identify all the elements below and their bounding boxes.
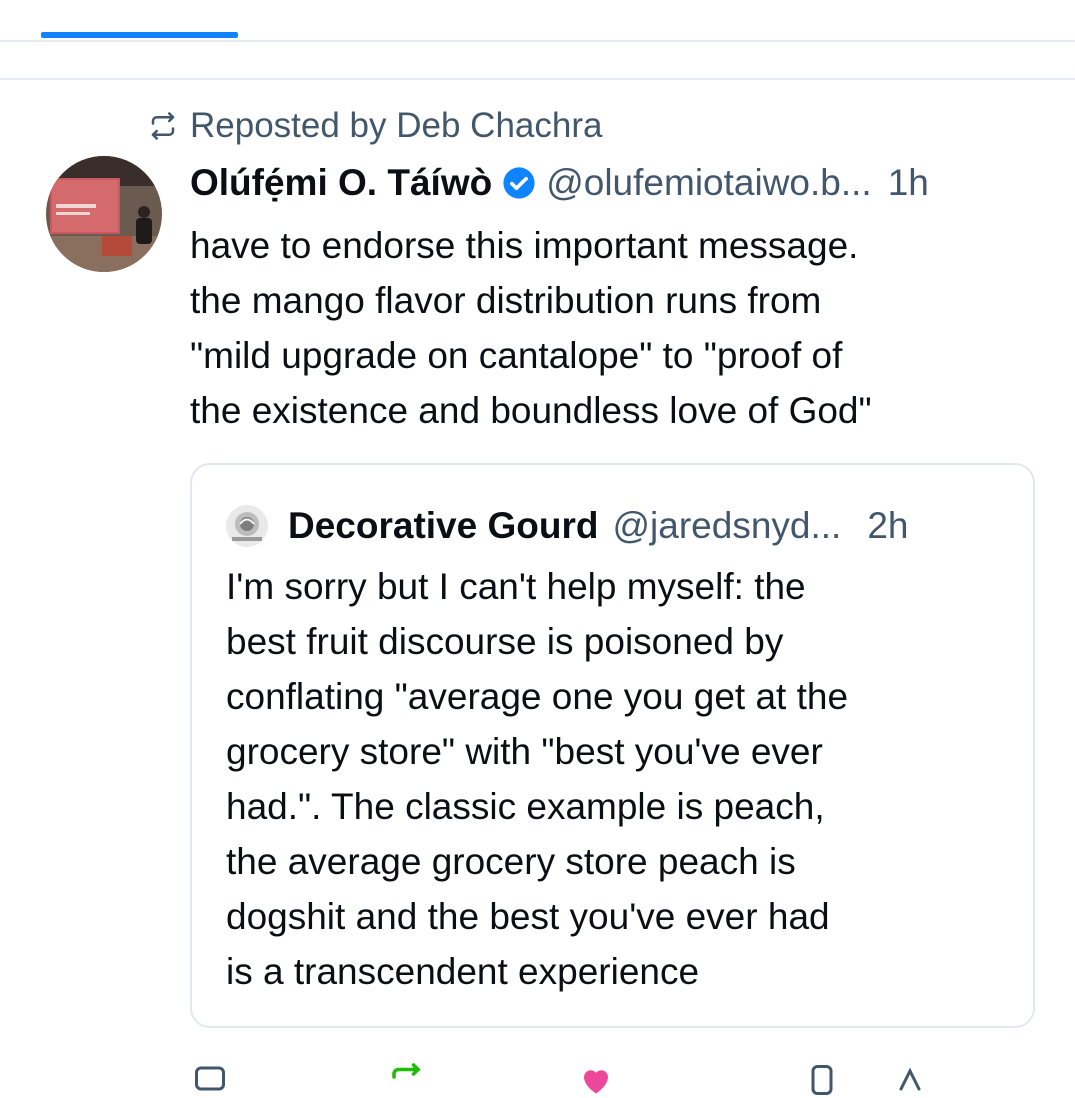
- quote-text-line: had.". The classic example is peach,: [226, 786, 825, 827]
- quote-text-line: the average grocery store peach is: [226, 841, 796, 882]
- quote-header: Decorative Gourd @jaredsnyd... 2h: [226, 501, 908, 551]
- post-header: Olúfẹ́mi O. Táíwò @olufemiotaiwo.b... 1h: [190, 158, 1050, 208]
- quoted-post-card[interactable]: Decorative Gourd @jaredsnyd... 2h I'm so…: [190, 463, 1035, 1028]
- post-text-line: the existence and boundless love of God": [190, 390, 872, 431]
- heart-icon: [584, 1070, 608, 1094]
- quote-author-handle[interactable]: @jaredsnyd...: [612, 505, 841, 547]
- repost-icon: [151, 112, 175, 140]
- header-divider: [0, 40, 1075, 80]
- reply-icon: [195, 1066, 225, 1091]
- author-avatar[interactable]: [46, 156, 162, 272]
- active-tab-indicator: [41, 32, 238, 38]
- repost-button[interactable]: [386, 1062, 426, 1092]
- quote-text-line: conflating "average one you get at the: [226, 676, 849, 717]
- quote-body: I'm sorry but I can't help myself: the b…: [226, 559, 848, 999]
- quote-text-line: is a transcendent experience: [226, 951, 700, 992]
- like-button[interactable]: [576, 1062, 616, 1094]
- post-text-line: the mango flavor distribution runs from: [190, 280, 822, 321]
- verified-badge-icon: [503, 167, 535, 199]
- bookmark-icon: [811, 1065, 833, 1095]
- quote-text-line: grocery store" with "best you've ever: [226, 731, 823, 772]
- share-button[interactable]: [890, 1062, 930, 1092]
- author-handle[interactable]: @olufemiotaiwo.b...: [546, 162, 871, 204]
- repost-label: Reposted by Deb Chachra: [190, 106, 603, 145]
- reply-button[interactable]: [190, 1062, 230, 1092]
- quote-text-line: best fruit discourse is poisoned by: [226, 621, 784, 662]
- share-icon: [899, 1067, 921, 1091]
- quote-time[interactable]: 2h: [867, 505, 908, 547]
- quote-author-name[interactable]: Decorative Gourd: [288, 505, 598, 547]
- post-time[interactable]: 1h: [888, 162, 929, 204]
- repost-icon: [392, 1063, 421, 1079]
- bookmark-button[interactable]: [802, 1062, 842, 1095]
- repost-context[interactable]: Reposted by Deb Chachra: [148, 104, 602, 148]
- feed-tab-bar: [0, 0, 1075, 42]
- quote-author-avatar[interactable]: [226, 505, 268, 547]
- post-actions: [190, 1062, 1050, 1095]
- quote-text-line: dogshit and the best you've ever had: [226, 896, 830, 937]
- post-body: have to endorse this important message. …: [190, 218, 1050, 438]
- author-name[interactable]: Olúfẹ́mi O. Táíwò: [190, 162, 492, 204]
- post-text-line: "mild upgrade on cantalope" to "proof of: [190, 335, 843, 376]
- post-text-line: have to endorse this important message.: [190, 225, 859, 266]
- quote-text-line: I'm sorry but I can't help myself: the: [226, 566, 806, 607]
